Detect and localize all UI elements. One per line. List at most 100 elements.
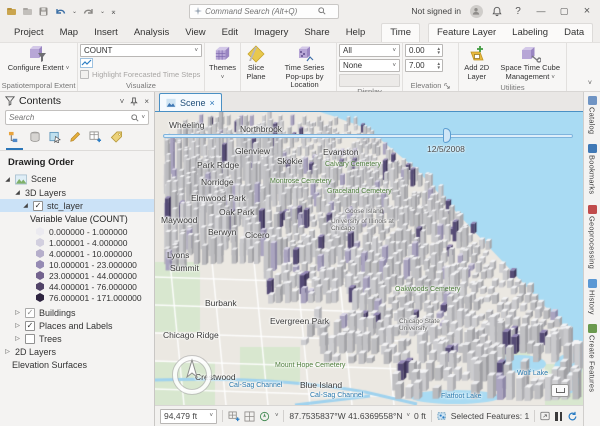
buildings-checkbox[interactable]: ✓ (25, 308, 35, 318)
tab-list-by-selection[interactable] (47, 129, 63, 150)
variable-dropdown[interactable]: COUNT˅ (80, 44, 202, 57)
coordinates-readout[interactable]: 87.7535837°W 41.6369558°N ˅ 0 ft (289, 411, 425, 421)
tree-item-2d-layers[interactable]: ▷ 2D Layers (0, 345, 154, 358)
elevation-exaggeration-spinner[interactable]: 7.00▲▼ (405, 59, 443, 72)
command-search-input[interactable] (205, 7, 315, 16)
expander-icon[interactable]: ▷ (14, 322, 21, 329)
slice-plane-button[interactable]: Slice Plane (243, 44, 269, 82)
redo-dropdown-chevron[interactable]: ⌄ (100, 8, 105, 15)
tab-map[interactable]: Map (52, 24, 86, 42)
legend-symbol[interactable] (36, 260, 44, 269)
trees-checkbox[interactable] (25, 334, 35, 344)
dock-tab-history[interactable]: History (588, 279, 597, 315)
expander-icon[interactable]: ▷ (4, 348, 11, 355)
tab-list-by-snapping[interactable] (87, 129, 104, 150)
account-avatar[interactable] (470, 5, 483, 18)
tab-analysis[interactable]: Analysis (126, 24, 177, 42)
pin-icon[interactable] (130, 97, 138, 106)
time-slider-track[interactable] (163, 134, 573, 138)
legend-class-row[interactable]: 10.000001 - 23.000000 (0, 259, 154, 270)
dock-tab-geoprocessing[interactable]: Geoprocessing (588, 205, 597, 269)
scene-view-canvas[interactable] (155, 112, 583, 405)
tab-list-by-labeling[interactable] (108, 129, 125, 150)
pane-close-icon[interactable]: × (144, 97, 149, 106)
legend-symbol[interactable] (36, 271, 44, 280)
grid-add-icon[interactable] (228, 411, 240, 422)
tab-imagery[interactable]: Imagery (246, 24, 296, 42)
compass-navigator[interactable] (169, 352, 215, 398)
legend-class-row[interactable]: 1.000001 - 4.000000 (0, 237, 154, 248)
customize-qat-icon[interactable]: ⌅ (110, 7, 117, 16)
tab-help[interactable]: Help (338, 24, 374, 42)
display-dropdown-none[interactable]: None˅ (339, 59, 400, 72)
expander-icon[interactable]: ▷ (14, 335, 21, 342)
time-slider-handle[interactable] (443, 128, 451, 143)
selected-features[interactable]: Selected Features: 1 (437, 411, 529, 421)
expander-icon[interactable]: ◢ (22, 202, 29, 209)
dock-tab-bookmarks[interactable]: Bookmarks (588, 144, 597, 194)
stc-management-button[interactable]: Space Time Cube Management ˅ (496, 44, 564, 83)
refresh-icon[interactable] (567, 411, 578, 422)
undo-dropdown-chevron[interactable]: ⌄ (72, 8, 77, 15)
legend-symbol[interactable] (36, 282, 44, 291)
tree-item-trees[interactable]: ▷ Trees (0, 332, 154, 345)
legend-symbol[interactable] (36, 249, 44, 258)
dock-tab-catalog[interactable]: Catalog (588, 96, 597, 134)
tab-list-by-drawing-order[interactable] (6, 129, 23, 150)
time-series-chart-icon[interactable] (80, 58, 93, 68)
help-button[interactable]: ? (511, 6, 525, 17)
navigator-toggle-icon[interactable] (259, 411, 271, 422)
themes-button[interactable]: Themes ˅ (206, 44, 239, 83)
minimize-button[interactable]: — (534, 6, 548, 16)
undo-button[interactable] (54, 6, 67, 17)
scale-dropdown[interactable]: 94,479 ft˅ (160, 409, 217, 424)
grid-icon[interactable] (244, 411, 255, 422)
tab-data[interactable]: Data (556, 24, 592, 42)
tab-edit[interactable]: Edit (214, 24, 246, 42)
elevation-dialog-launcher-icon[interactable] (444, 83, 450, 89)
save-project-icon[interactable] (38, 6, 49, 17)
legend-class-row[interactable]: 23.000001 - 44.000000 (0, 270, 154, 281)
add-2d-layer-button[interactable]: Add 2D Layer (461, 44, 492, 82)
tree-item-elevation-surfaces[interactable]: Elevation Surfaces (0, 358, 154, 371)
tab-share[interactable]: Share (296, 24, 337, 42)
overview-icon[interactable] (540, 411, 550, 421)
tree-item-stc-layer[interactable]: ◢ ✓ stc_layer (0, 199, 154, 212)
scene-view-tab[interactable]: Scene × (159, 93, 222, 111)
tree-item-places-labels[interactable]: ▷ ✓ Places and Labels (0, 319, 154, 332)
tab-list-by-editing[interactable] (67, 129, 83, 150)
places-labels-checkbox[interactable]: ✓ (25, 321, 35, 331)
tab-list-by-data-source[interactable] (27, 129, 43, 150)
display-dropdown-all[interactable]: All˅ (339, 44, 400, 57)
tab-time[interactable]: Time (382, 24, 419, 42)
ribbon-collapse-chevron[interactable]: ˅ (580, 76, 600, 91)
contents-search-input[interactable] (9, 113, 129, 122)
north-arrow-icon[interactable] (187, 360, 197, 377)
signin-status[interactable]: Not signed in (411, 6, 461, 16)
new-project-icon[interactable] (22, 6, 33, 17)
notifications-bell-icon[interactable] (492, 6, 502, 17)
tree-item-scene[interactable]: ◢ Scene (0, 172, 154, 186)
stc-layer-checkbox[interactable]: ✓ (33, 201, 43, 211)
filter-icon[interactable] (5, 96, 15, 106)
maximize-button[interactable]: ▢ (557, 6, 571, 17)
legend-class-row[interactable]: 4.000001 - 10.000000 (0, 248, 154, 259)
time-series-popups-button[interactable]: Time Series Pop-ups by Location (275, 44, 334, 91)
legend-class-row[interactable]: 0.000000 - 1.000000 (0, 226, 154, 237)
dock-popup-icon[interactable] (551, 384, 569, 397)
tab-labeling[interactable]: Labeling (504, 24, 556, 42)
close-button[interactable]: × (580, 5, 594, 17)
configure-extent-button[interactable]: Configure Extent ˅ (5, 44, 72, 74)
command-search[interactable] (189, 4, 339, 19)
tree-item-buildings[interactable]: ▷ ✓ Buildings (0, 306, 154, 319)
navigator-chevron[interactable]: ˅ (275, 413, 279, 419)
legend-symbol[interactable] (36, 293, 44, 302)
legend-class-row[interactable]: 76.000001 - 171.000000 (0, 292, 154, 303)
search-options-chevron[interactable]: ˅ (141, 115, 145, 121)
tab-view[interactable]: View (177, 24, 213, 42)
tab-project[interactable]: Project (6, 24, 52, 42)
expander-icon[interactable]: ◢ (14, 189, 21, 196)
highlight-forecasted-checkbox[interactable]: Highlight Forecasted Time Steps (80, 70, 202, 79)
tab-feature-layer[interactable]: Feature Layer (429, 24, 504, 42)
expander-icon[interactable]: ▷ (14, 309, 21, 316)
